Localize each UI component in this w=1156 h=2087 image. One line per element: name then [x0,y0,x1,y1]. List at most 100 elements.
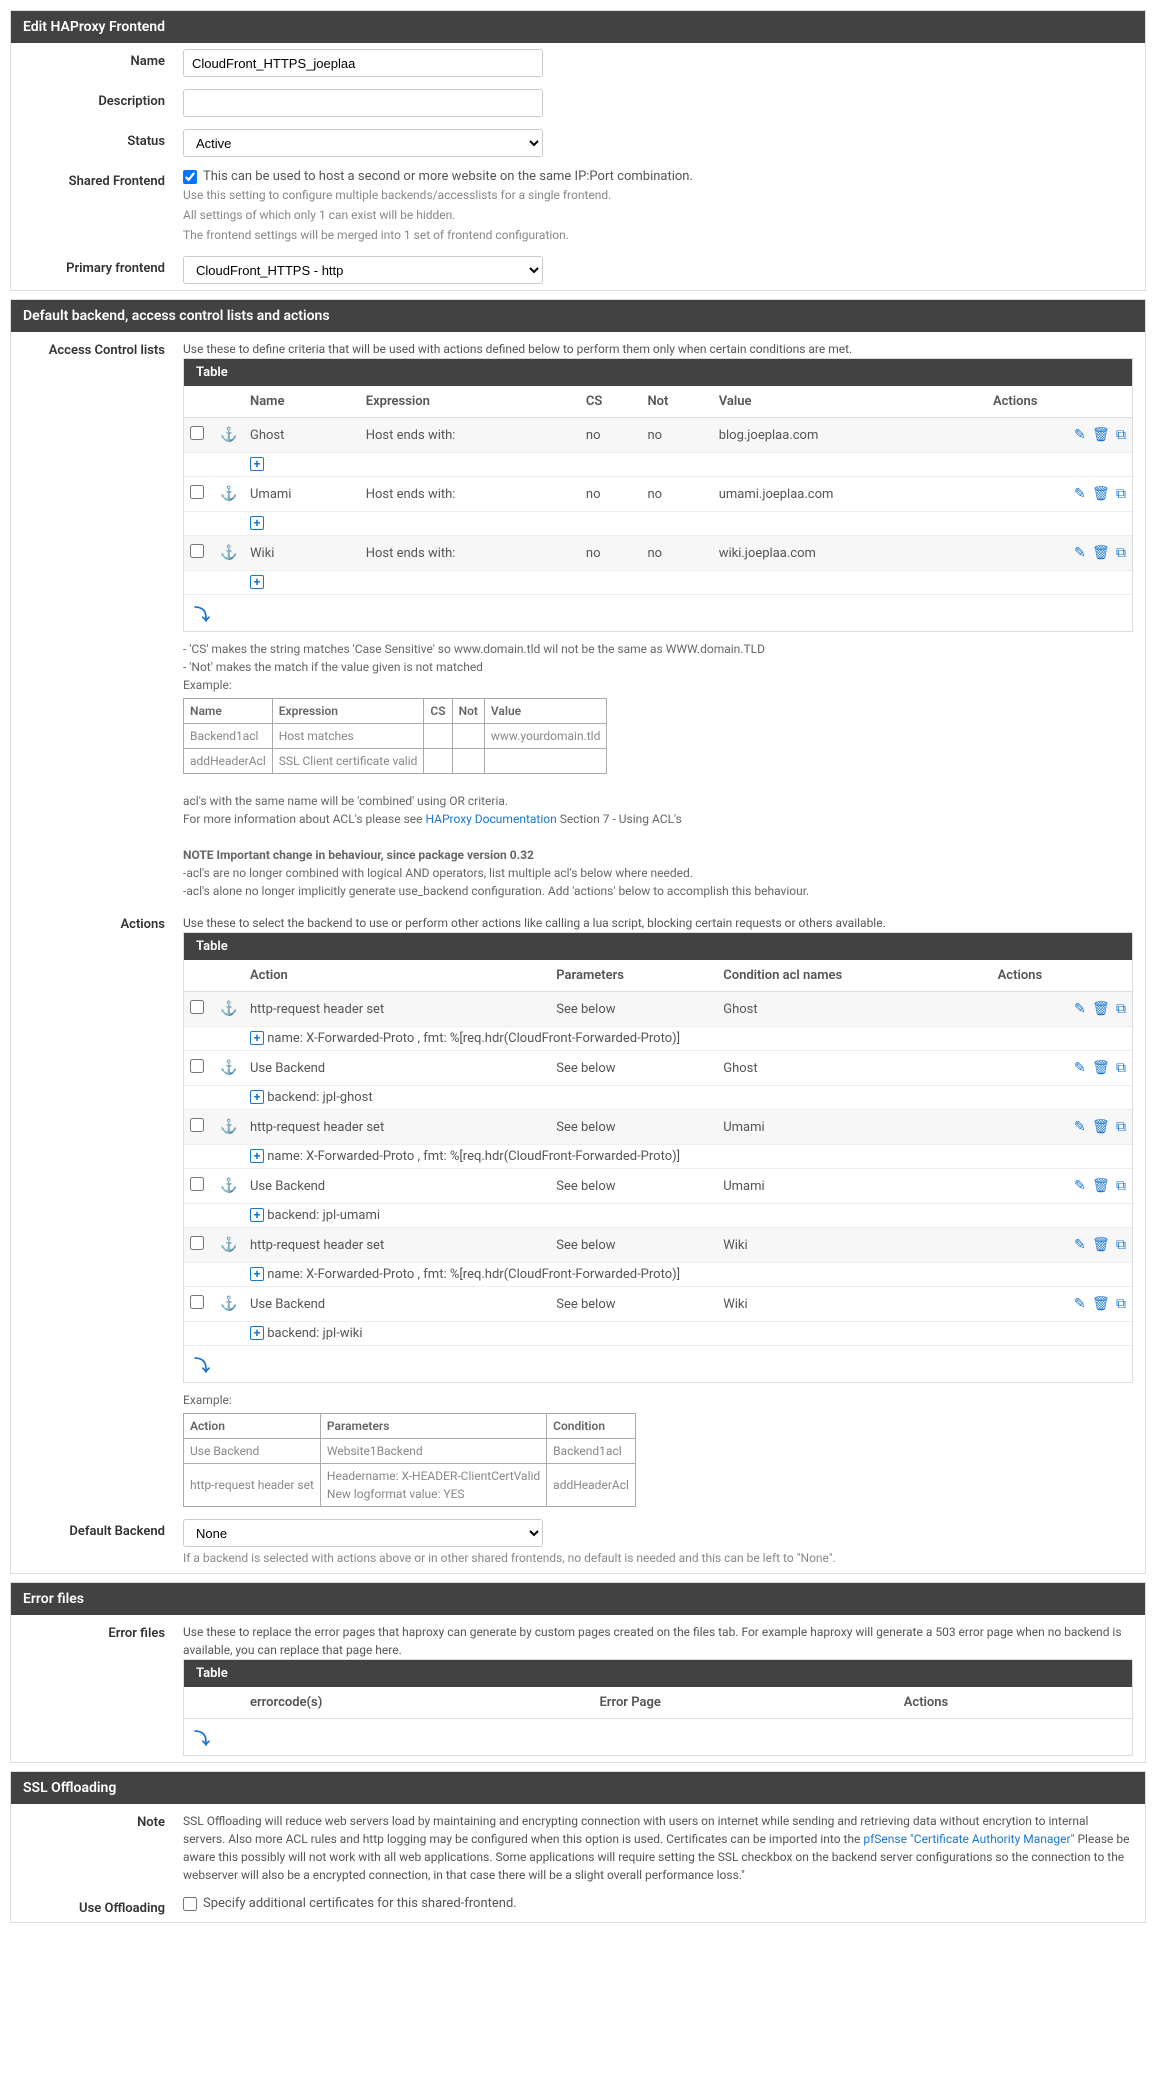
anchor-icon[interactable]: ⚓ [220,427,237,443]
edit-icon[interactable]: ✎ [1074,1237,1086,1253]
status-select[interactable]: Active [183,129,543,157]
backend-acl-panel: Default backend, access control lists an… [10,299,1146,1574]
default-backend-label: Default Backend [23,1519,183,1539]
primary-label: Primary frontend [23,256,183,276]
add-row-icon[interactable]: ⤵ [194,1356,210,1375]
delete-icon[interactable]: 🗑 [1092,427,1110,443]
table-row: ⚓ UmamiHost ends with:nonoumami.joeplaa.… [184,477,1132,512]
copy-icon[interactable]: ⧉ [1116,486,1126,502]
name-input[interactable] [183,49,543,77]
edit-frontend-panel: Edit HAProxy Frontend Name Description S… [10,10,1146,291]
delete-icon[interactable]: 🗑 [1092,545,1110,561]
anchor-icon[interactable]: ⚓ [220,1119,237,1135]
haproxy-doc-link[interactable]: HAProxy Documentation [425,812,556,826]
error-files-table: errorcode(s) Error Page Actions [184,1687,1132,1719]
actions-label: Actions [23,912,183,932]
row-select-checkbox[interactable] [190,485,204,499]
expand-icon[interactable]: + [250,1090,264,1104]
edit-icon[interactable]: ✎ [1074,486,1086,502]
anchor-icon[interactable]: ⚓ [220,1237,237,1253]
anchor-icon[interactable]: ⚓ [220,545,237,561]
row-select-checkbox[interactable] [190,544,204,558]
expand-icon[interactable]: + [250,457,264,471]
row-select-checkbox[interactable] [190,1000,204,1014]
use-offloading-checkbox[interactable] [183,1897,197,1911]
table-row: ⚓ Use BackendSee belowGhost ✎ 🗑 ⧉ [184,1051,1132,1086]
description-label: Description [23,89,183,109]
use-offloading-label: Use Offloading [23,1896,183,1916]
delete-icon[interactable]: 🗑 [1092,1178,1110,1194]
anchor-icon[interactable]: ⚓ [220,1060,237,1076]
edit-icon[interactable]: ✎ [1074,1178,1086,1194]
shared-checkbox[interactable] [183,170,197,184]
table-row: ⚓ http-request header setSee belowGhost … [184,992,1132,1027]
add-row-icon[interactable]: ⤵ [194,1729,210,1748]
error-files-panel: Error files Error files Use these to rep… [10,1582,1146,1763]
actions-table-title: Table [184,933,1132,960]
delete-icon[interactable]: 🗑 [1092,1237,1110,1253]
expand-icon[interactable]: + [250,1149,264,1163]
edit-icon[interactable]: ✎ [1074,427,1086,443]
expand-icon[interactable]: + [250,1267,264,1281]
shared-label: Shared Frontend [23,169,183,189]
error-files-label: Error files [23,1621,183,1641]
shared-help2: All settings of which only 1 can exist w… [183,206,1133,224]
table-row: ⚓ http-request header setSee belowUmami … [184,1110,1132,1145]
table-row: ⚓ GhostHost ends with:nonoblog.joeplaa.c… [184,418,1132,453]
acl-label: Access Control lists [23,338,183,358]
edit-icon[interactable]: ✎ [1074,1060,1086,1076]
expand-icon[interactable]: + [250,1031,264,1045]
delete-icon[interactable]: 🗑 [1092,486,1110,502]
section-title: Default backend, access control lists an… [11,300,1145,332]
copy-icon[interactable]: ⧉ [1116,1001,1126,1017]
anchor-icon[interactable]: ⚓ [220,1001,237,1017]
copy-icon[interactable]: ⧉ [1116,1060,1126,1076]
add-row-icon[interactable]: ⤵ [194,605,210,624]
row-select-checkbox[interactable] [190,1236,204,1250]
delete-icon[interactable]: 🗑 [1092,1060,1110,1076]
default-backend-select[interactable]: None [183,1519,543,1547]
delete-icon[interactable]: 🗑 [1092,1296,1110,1312]
copy-icon[interactable]: ⧉ [1116,427,1126,443]
shared-text: This can be used to host a second or mor… [203,169,693,184]
status-label: Status [23,129,183,149]
name-label: Name [23,49,183,69]
copy-icon[interactable]: ⧉ [1116,1296,1126,1312]
actions-example-table: ActionParametersCondition Use BackendWeb… [183,1413,636,1507]
acl-table: Name Expression CS Not Value Actions ⚓ G… [184,386,1132,595]
description-input[interactable] [183,89,543,117]
edit-icon[interactable]: ✎ [1074,1119,1086,1135]
row-select-checkbox[interactable] [190,1177,204,1191]
table-row: ⚓ http-request header setSee belowWiki ✎… [184,1228,1132,1263]
ssl-offloading-panel: SSL Offloading Note SSL Offloading will … [10,1771,1146,1923]
anchor-icon[interactable]: ⚓ [220,486,237,502]
row-select-checkbox[interactable] [190,1059,204,1073]
anchor-icon[interactable]: ⚓ [220,1178,237,1194]
table-row: ⚓ WikiHost ends with:nonowiki.joeplaa.co… [184,536,1132,571]
actions-intro: Use these to select the backend to use o… [183,914,1133,932]
pfsense-cam-link[interactable]: pfSense "Certificate Authority Manager" [863,1832,1074,1846]
row-select-checkbox[interactable] [190,426,204,440]
expand-icon[interactable]: + [250,575,264,589]
delete-icon[interactable]: 🗑 [1092,1119,1110,1135]
expand-icon[interactable]: + [250,1208,264,1222]
copy-icon[interactable]: ⧉ [1116,1237,1126,1253]
section-title: SSL Offloading [11,1772,1145,1804]
copy-icon[interactable]: ⧉ [1116,1119,1126,1135]
row-select-checkbox[interactable] [190,1118,204,1132]
edit-icon[interactable]: ✎ [1074,1001,1086,1017]
primary-select[interactable]: CloudFront_HTTPS - http [183,256,543,284]
anchor-icon[interactable]: ⚓ [220,1296,237,1312]
edit-icon[interactable]: ✎ [1074,1296,1086,1312]
copy-icon[interactable]: ⧉ [1116,1178,1126,1194]
section-title: Error files [11,1583,1145,1615]
expand-icon[interactable]: + [250,1326,264,1340]
row-select-checkbox[interactable] [190,1295,204,1309]
edit-icon[interactable]: ✎ [1074,545,1086,561]
copy-icon[interactable]: ⧉ [1116,545,1126,561]
shared-help1: Use this setting to configure multiple b… [183,186,1133,204]
actions-table: Action Parameters Condition acl names Ac… [184,960,1132,1346]
expand-icon[interactable]: + [250,516,264,530]
table-row: ⚓ Use BackendSee belowWiki ✎ 🗑 ⧉ [184,1287,1132,1322]
delete-icon[interactable]: 🗑 [1092,1001,1110,1017]
